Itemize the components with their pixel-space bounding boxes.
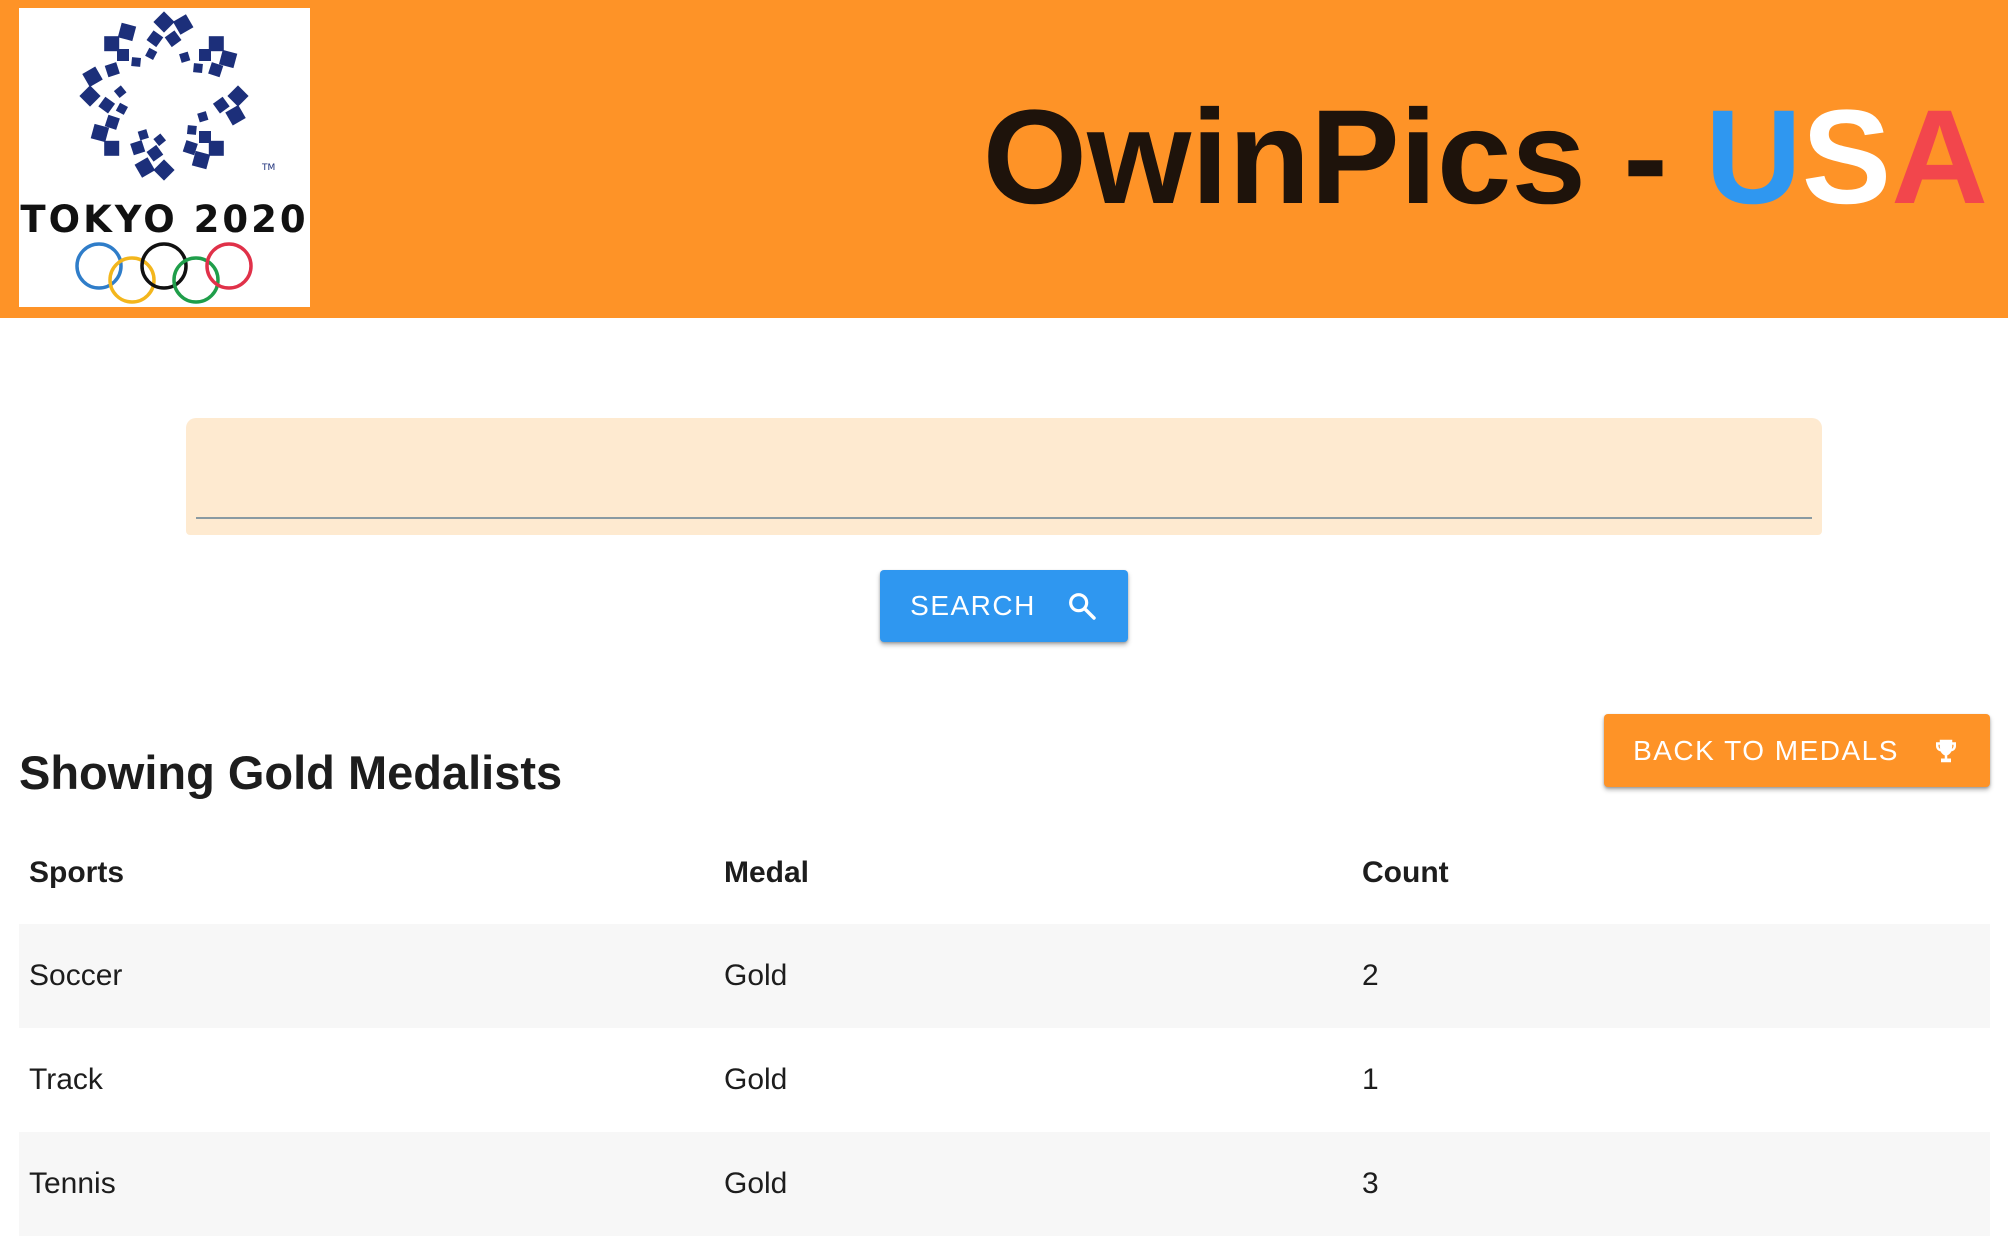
emblem-square <box>82 66 103 88</box>
emblem-square <box>153 159 175 181</box>
emblem-square <box>113 85 127 99</box>
emblem-square <box>146 30 164 48</box>
column-header-medal: Medal <box>724 856 810 889</box>
trademark-mark: TM <box>261 163 275 173</box>
emblem-square <box>137 129 149 141</box>
emblem-square <box>104 36 120 52</box>
emblem-square <box>131 57 142 67</box>
emblem-square <box>212 96 230 114</box>
emblem-square <box>117 49 129 61</box>
cell-sport: Soccer <box>29 959 123 992</box>
emblem-square <box>227 85 249 107</box>
emblem-square <box>145 47 158 60</box>
search-input[interactable] <box>196 418 1812 519</box>
emblem-square <box>104 140 120 156</box>
emblem-square <box>98 96 116 114</box>
emblem-square <box>153 11 175 33</box>
cell-medal: Gold <box>724 1167 788 1200</box>
table-row: Tennis Gold 3 <box>19 1132 1990 1236</box>
emblem-square <box>199 131 211 143</box>
emblem-square <box>134 157 156 178</box>
site-header: TM TOKYO 2020 OwinPics - USA <box>0 0 2008 318</box>
emblem-square <box>153 133 167 147</box>
cell-medal: Gold <box>724 1063 788 1096</box>
tokyo-2020-logo[interactable]: TM TOKYO 2020 <box>19 8 310 307</box>
site-title-letter-a: A <box>1891 83 1988 232</box>
column-header-sports: Sports <box>29 856 125 889</box>
emblem-square <box>117 22 137 42</box>
cell-count: 1 <box>1362 1063 1379 1096</box>
emblem-square <box>193 63 203 74</box>
emblem-square <box>130 140 146 156</box>
emblem-square <box>208 36 224 52</box>
back-to-medals-button[interactable]: BACK TO MEDALS <box>1604 714 1990 787</box>
medals-table: Sports Medal Count Soccer Gold 2 Track G… <box>19 822 1990 1236</box>
search-button[interactable]: SEARCH <box>880 570 1128 642</box>
table-row: Soccer Gold 2 <box>19 924 1990 1028</box>
logo-text: TOKYO 2020 <box>20 198 309 241</box>
trophy-icon <box>1935 739 1956 762</box>
table-row: Track Gold 1 <box>19 1028 1990 1132</box>
emblem-square <box>104 62 120 78</box>
emblem-square <box>225 104 246 126</box>
site-title-main: OwinPics - <box>982 83 1706 232</box>
emblem-square <box>197 111 209 123</box>
olympic-emblem-icon: TM <box>75 11 275 304</box>
search-icon <box>1068 593 1096 620</box>
emblem-square <box>179 51 191 63</box>
cell-count: 3 <box>1362 1167 1379 1200</box>
column-header-count: Count <box>1362 856 1449 889</box>
cell-sport: Tennis <box>29 1167 116 1200</box>
emblem-square <box>79 85 101 107</box>
cell-count: 2 <box>1362 959 1379 992</box>
search-button-label: SEARCH <box>910 590 1036 621</box>
search-field-container <box>186 418 1822 535</box>
emblem-square <box>172 14 194 35</box>
cell-sport: Track <box>29 1063 103 1096</box>
emblem-square <box>186 125 197 135</box>
back-to-medals-label: BACK TO MEDALS <box>1633 734 1899 766</box>
site-title-letter-s: S <box>1801 83 1892 232</box>
emblem-square <box>208 140 224 156</box>
table-header-row: Sports Medal Count <box>19 822 1990 924</box>
emblem-square <box>164 30 182 48</box>
site-title-letter-u: U <box>1705 83 1802 232</box>
site-title: OwinPics - USA <box>983 78 1988 238</box>
emblem-square <box>199 49 211 61</box>
results-heading: Showing Gold Medalists <box>19 746 563 799</box>
cell-medal: Gold <box>724 959 788 992</box>
emblem-square <box>115 102 128 115</box>
emblem-square <box>146 144 164 162</box>
